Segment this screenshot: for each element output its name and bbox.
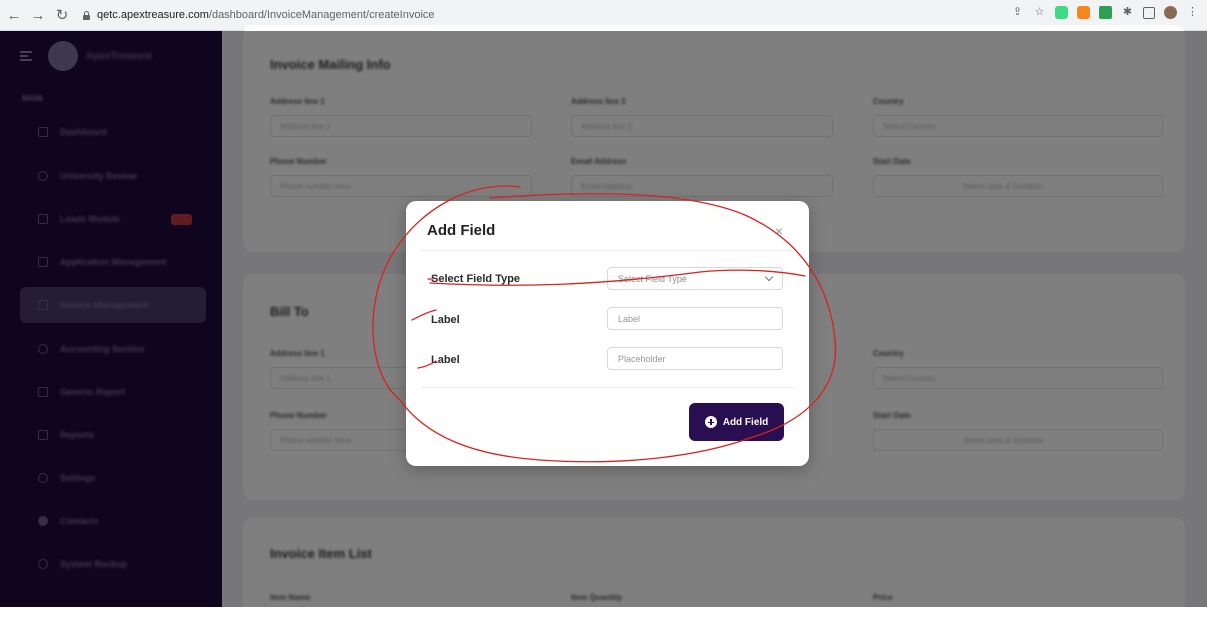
placeholder-input[interactable] <box>607 347 783 370</box>
extensions-puzzle-icon[interactable]: ✱ <box>1121 6 1134 19</box>
extension-fox-icon[interactable] <box>1077 6 1090 19</box>
placeholder-field-label: Label <box>431 354 460 366</box>
url-host: qetc.apextreasure.com <box>97 9 209 21</box>
add-field-button-label: Add Field <box>722 416 769 428</box>
select-field-type-label: Select Field Type <box>431 273 521 285</box>
menu-kebab-icon[interactable]: ⋮ <box>1186 6 1199 19</box>
share-icon[interactable]: ⇪ <box>1011 6 1024 19</box>
extension-android-icon[interactable] <box>1055 6 1068 19</box>
forward-icon[interactable]: → <box>28 7 48 24</box>
back-icon[interactable]: ← <box>4 7 24 24</box>
plus-circle-icon <box>704 416 717 428</box>
lock-icon <box>82 10 91 20</box>
bookmark-star-icon[interactable]: ☆ <box>1033 6 1046 19</box>
profile-avatar-icon[interactable] <box>1164 6 1177 19</box>
reload-icon[interactable]: ↻ <box>52 6 72 24</box>
extension-green-icon[interactable] <box>1099 6 1112 19</box>
address-bar[interactable]: qetc.apextreasure.com /dashboard/Invoice… <box>82 4 435 26</box>
chevron-down-icon <box>764 272 774 282</box>
add-field-button[interactable]: Add Field <box>689 403 784 441</box>
modal-title: Add Field <box>427 222 496 239</box>
close-icon[interactable]: × <box>769 221 789 241</box>
field-type-select-value: Select Field Type <box>618 273 687 284</box>
sidepanel-icon[interactable] <box>1143 6 1155 19</box>
modal-header-divider <box>421 250 794 251</box>
modal-footer-divider <box>421 387 794 388</box>
label-field-label: Label <box>431 314 460 326</box>
extensions-row: ⇪ ☆ ✱ ⋮ <box>1011 6 1199 19</box>
url-path: /dashboard/InvoiceManagement/createInvoi… <box>208 9 435 21</box>
label-input[interactable] <box>607 307 783 330</box>
field-type-select[interactable]: Select Field Type <box>607 267 783 290</box>
add-field-modal: Add Field × Select Field Type Select Fie… <box>406 201 809 466</box>
